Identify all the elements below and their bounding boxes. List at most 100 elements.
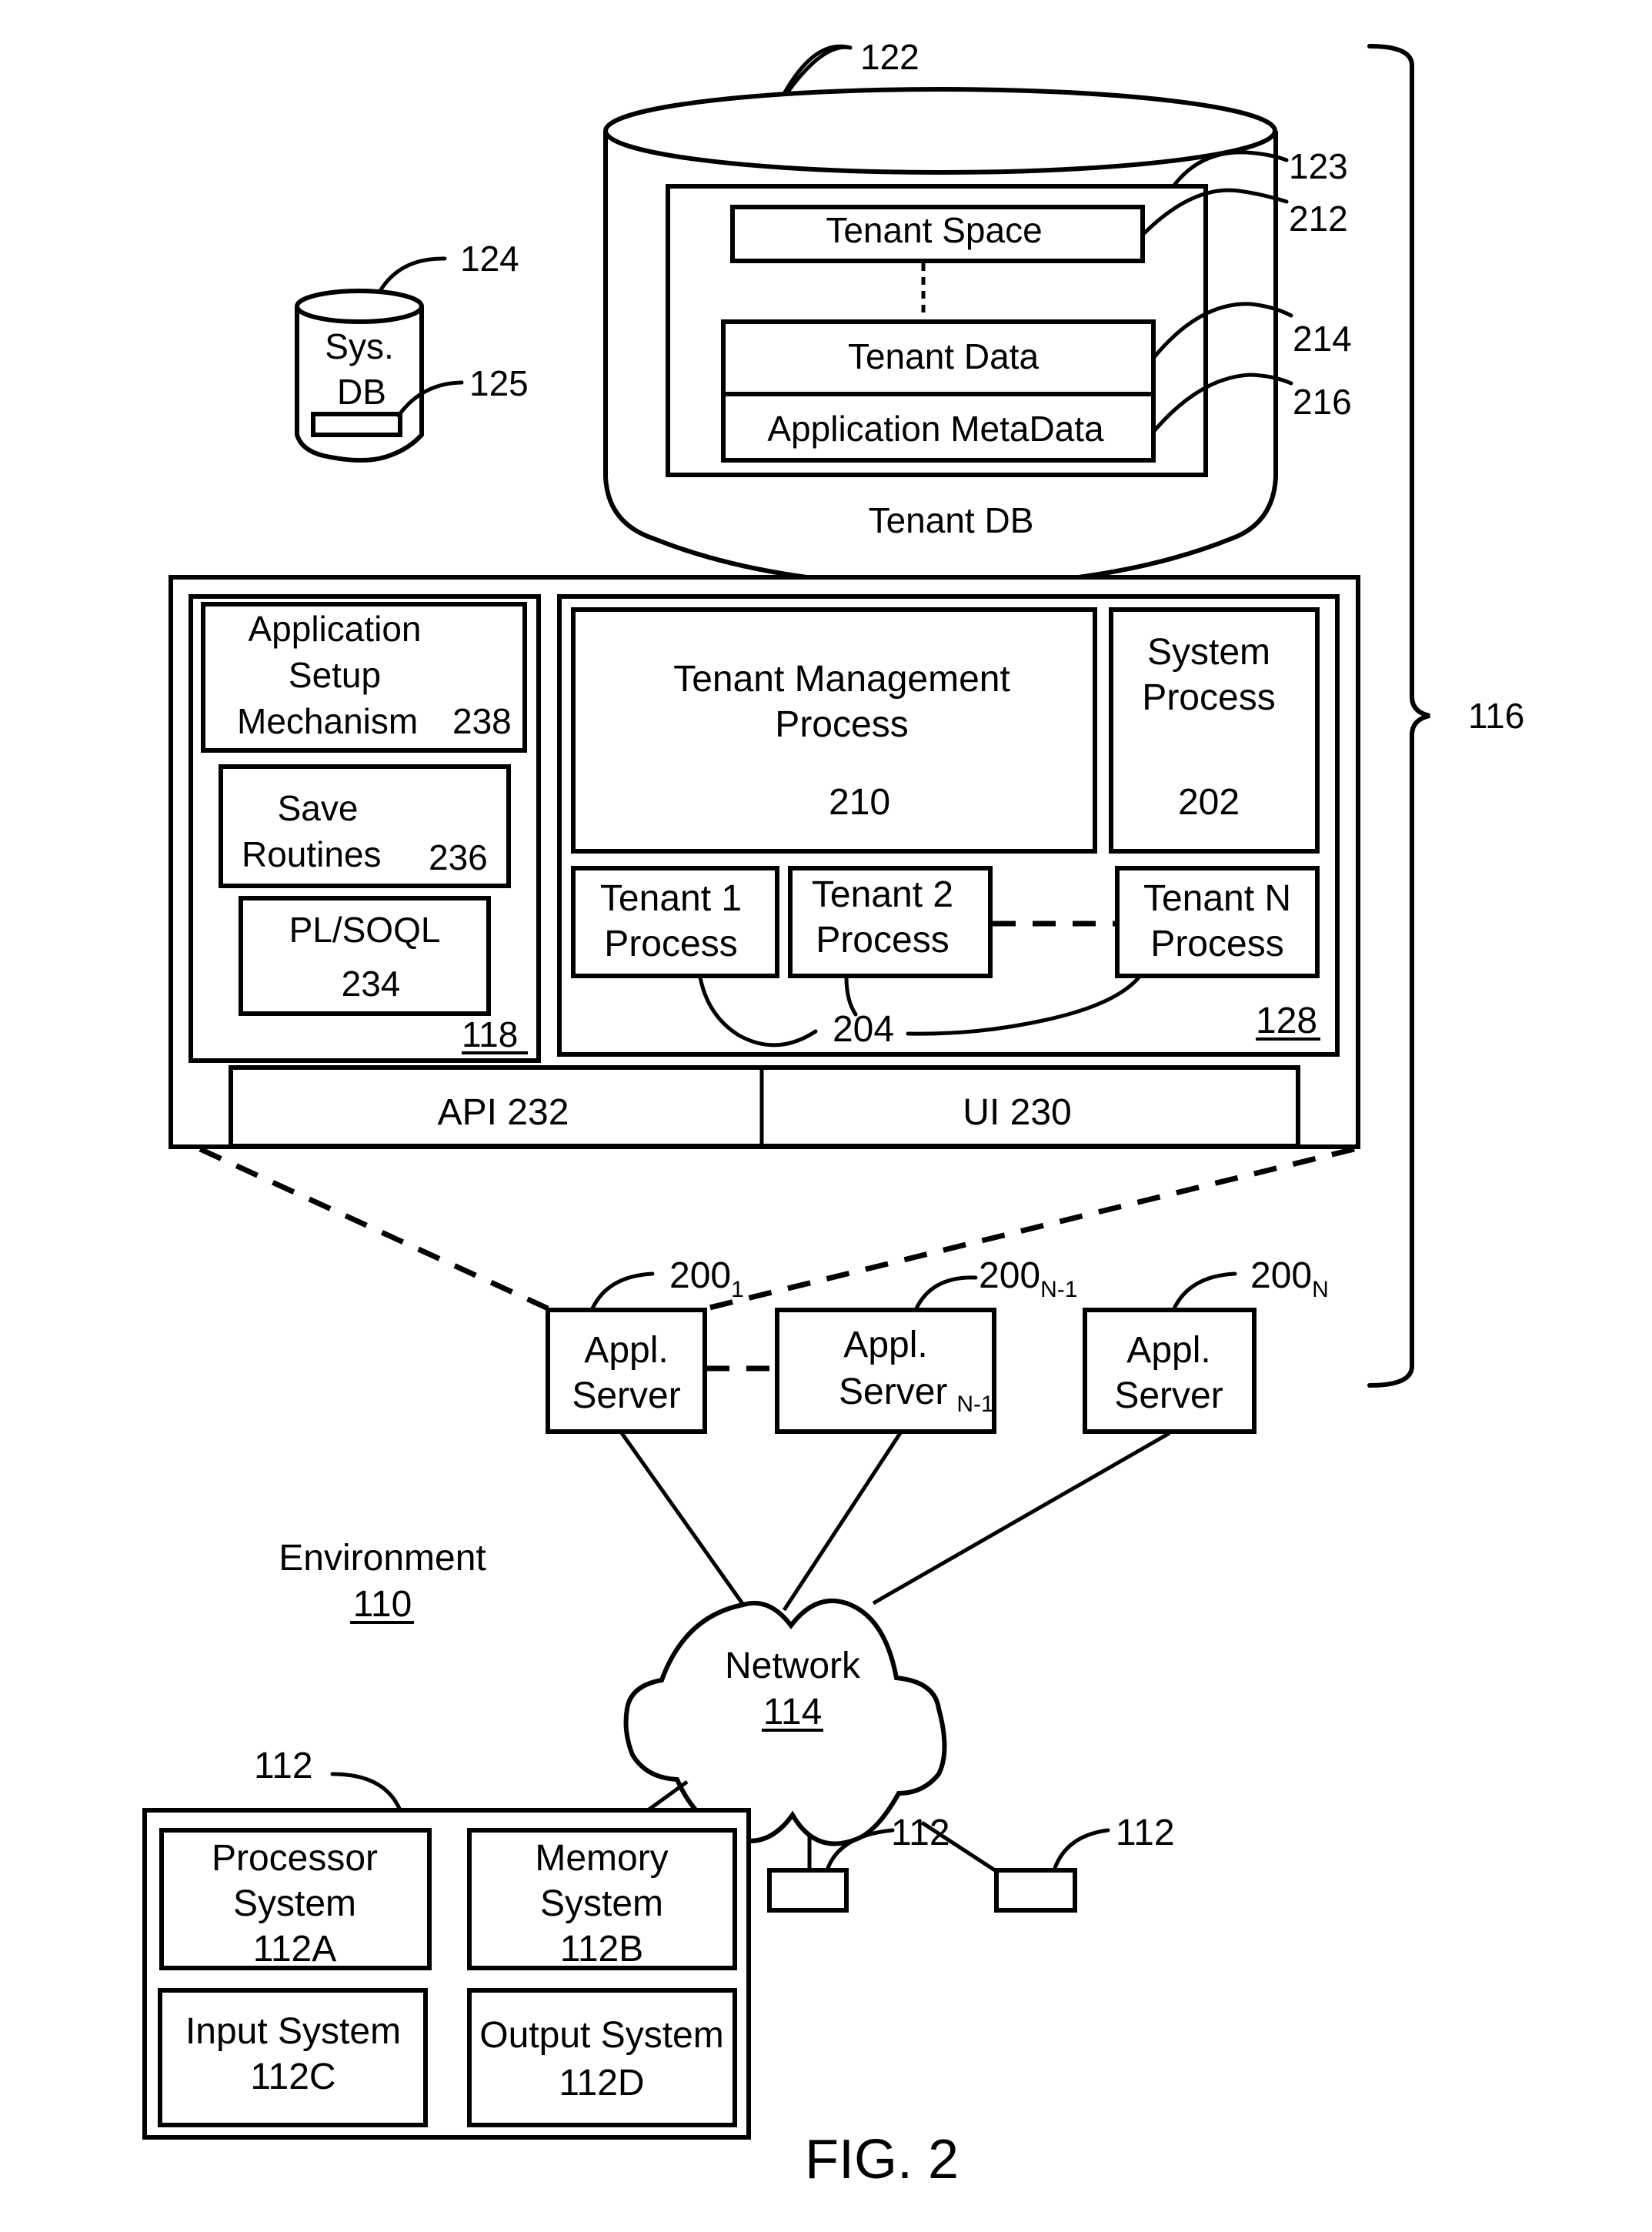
ref-238: 238	[452, 701, 512, 741]
ref-210: 210	[829, 782, 890, 823]
tenant-n-line1: Tenant N	[1143, 878, 1291, 919]
ui-label: UI 230	[963, 1092, 1071, 1133]
plsoql-label: PL/SOQL	[289, 910, 441, 950]
tenant-data-label: Tenant Data	[848, 336, 1039, 376]
ref-200-1: 2001	[669, 1255, 744, 1302]
app-setup-line3: Mechanism	[237, 701, 418, 741]
leader-124	[378, 256, 447, 293]
tenant-mgmt-line2: Process	[775, 704, 908, 745]
ref-112c: 112C	[250, 2057, 335, 2097]
ref-236: 236	[429, 837, 488, 877]
ref-110: 110	[353, 1584, 412, 1625]
tenant-1-line1: Tenant 1	[600, 878, 742, 919]
save-routines-line2: Routines	[242, 834, 382, 874]
leader-112-user-system	[330, 1772, 402, 1813]
architecture-diagram: Tenant Space Tenant Data Application Met…	[142, 37, 1524, 2190]
ref-204: 204	[833, 1009, 894, 1050]
tenant-db-label: Tenant DB	[869, 500, 1034, 540]
leader-200-1	[590, 1271, 655, 1311]
ref-122: 122	[860, 37, 919, 77]
app-setup-line1: Application	[248, 609, 421, 649]
app-server-n-line2: Server	[1114, 1375, 1223, 1416]
tenant-db: Tenant Space Tenant Data Application Met…	[603, 37, 1352, 590]
sys-db: Sys. DB 124 125	[295, 239, 529, 463]
processor-line1: Processor	[212, 1838, 378, 1879]
ref-125: 125	[469, 363, 529, 403]
memory-line2: System	[540, 1883, 663, 1924]
ref-112-client-a: 112	[891, 1813, 950, 1853]
ref-124: 124	[460, 239, 519, 279]
figure-caption: FIG. 2	[805, 2129, 959, 2190]
other-user-system-a[interactable]: 112	[767, 1813, 950, 1913]
sys-db-label-line2: DB	[337, 372, 386, 412]
input-line1: Input System	[185, 2011, 401, 2052]
link-network-user-system	[646, 1779, 689, 1813]
tenant-2-line1: Tenant 2	[812, 874, 953, 915]
system-116-brace: 116	[1367, 44, 1524, 1388]
leader-200-n-1	[913, 1275, 978, 1312]
tenant-space-label: Tenant Space	[826, 210, 1042, 250]
app-servers: Appl. Server 2001 Appl. Server N-1 200N-1…	[546, 1255, 1329, 1434]
tenant-2-line2: Process	[816, 920, 949, 961]
leader-112-client-b	[1052, 1828, 1110, 1873]
expansion-dashed-left	[199, 1146, 549, 1311]
ref-112-user-system: 112	[254, 1746, 313, 1786]
ref-112d: 112D	[559, 2063, 644, 2103]
save-routines-line1: Save	[278, 788, 359, 828]
ref-200-n-1: 200N-1	[979, 1255, 1077, 1302]
app-server-detail: Application Setup Mechanism 238 Save Rou…	[169, 575, 1360, 1149]
leader-125	[396, 380, 464, 418]
ref-128: 128	[1256, 1001, 1317, 1041]
ref-216: 216	[1293, 382, 1352, 422]
tenant-mgmt-line1: Tenant Management	[673, 659, 1010, 700]
ref-116: 116	[1468, 696, 1524, 736]
link-server-n-1-network	[782, 1432, 903, 1612]
other-user-system-b[interactable]: 112	[994, 1813, 1175, 1913]
app-server-n-line1: Appl.	[1126, 1330, 1210, 1371]
ref-200-1-subscript: 1	[731, 1277, 744, 1302]
ref-123: 123	[1289, 146, 1348, 186]
api-label: API 232	[438, 1092, 569, 1133]
tenant-n-line2: Process	[1150, 924, 1283, 964]
system-process-line1: System	[1147, 632, 1270, 673]
app-server-1[interactable]: Appl. Server 2001	[546, 1255, 744, 1434]
sys-db-label-line1: Sys.	[325, 326, 393, 366]
output-system-box	[467, 1988, 737, 2127]
api-ui-bar	[229, 1065, 1300, 1148]
curly-brace	[1367, 44, 1430, 1388]
app-server-n-1[interactable]: Appl. Server N-1 200N-1	[775, 1255, 1077, 1434]
app-server-n-1-line1: Appl.	[843, 1325, 927, 1365]
ref-118: 118	[462, 1014, 518, 1054]
ref-112b: 112B	[560, 1929, 644, 1970]
memory-line1: Memory	[535, 1838, 668, 1879]
ref-112-client-b: 112	[1116, 1813, 1175, 1853]
ref-202: 202	[1178, 782, 1240, 823]
ref-114: 114	[763, 1692, 823, 1732]
link-server-n-network	[872, 1431, 1171, 1606]
ref-212: 212	[1289, 199, 1348, 239]
network-cloud: Network 114	[623, 1599, 947, 1846]
sys-db-cylinder-top	[295, 289, 424, 324]
ref-200-n: 200N	[1250, 1255, 1329, 1302]
app-server-1-line1: Appl.	[584, 1330, 668, 1371]
client-b-box[interactable]	[994, 1868, 1077, 1913]
ref-200-n-1-subscript: N-1	[1040, 1277, 1077, 1302]
leader-200-n	[1171, 1271, 1237, 1312]
app-server-1-line2: Server	[572, 1375, 680, 1416]
app-setup-line2: Setup	[289, 655, 381, 695]
app-server-n-1-suffix: N-1	[956, 1392, 993, 1417]
link-server-1-network	[619, 1432, 746, 1606]
app-server-n[interactable]: Appl. Server 200N	[1083, 1255, 1329, 1434]
network-label: Network	[725, 1646, 861, 1686]
processor-line2: System	[233, 1883, 356, 1924]
ref-112a: 112A	[253, 1929, 337, 1970]
tenant-1-line2: Process	[604, 924, 737, 964]
client-a-box[interactable]	[767, 1868, 849, 1913]
ref-234: 234	[342, 964, 401, 1004]
tenant-db-cylinder-top	[603, 87, 1277, 175]
leader-112-client-a	[825, 1828, 895, 1873]
ref-214: 214	[1293, 319, 1352, 359]
sys-db-inner-box	[311, 412, 402, 437]
system-process-line2: Process	[1142, 677, 1275, 718]
output-line1: Output System	[479, 2015, 723, 2056]
